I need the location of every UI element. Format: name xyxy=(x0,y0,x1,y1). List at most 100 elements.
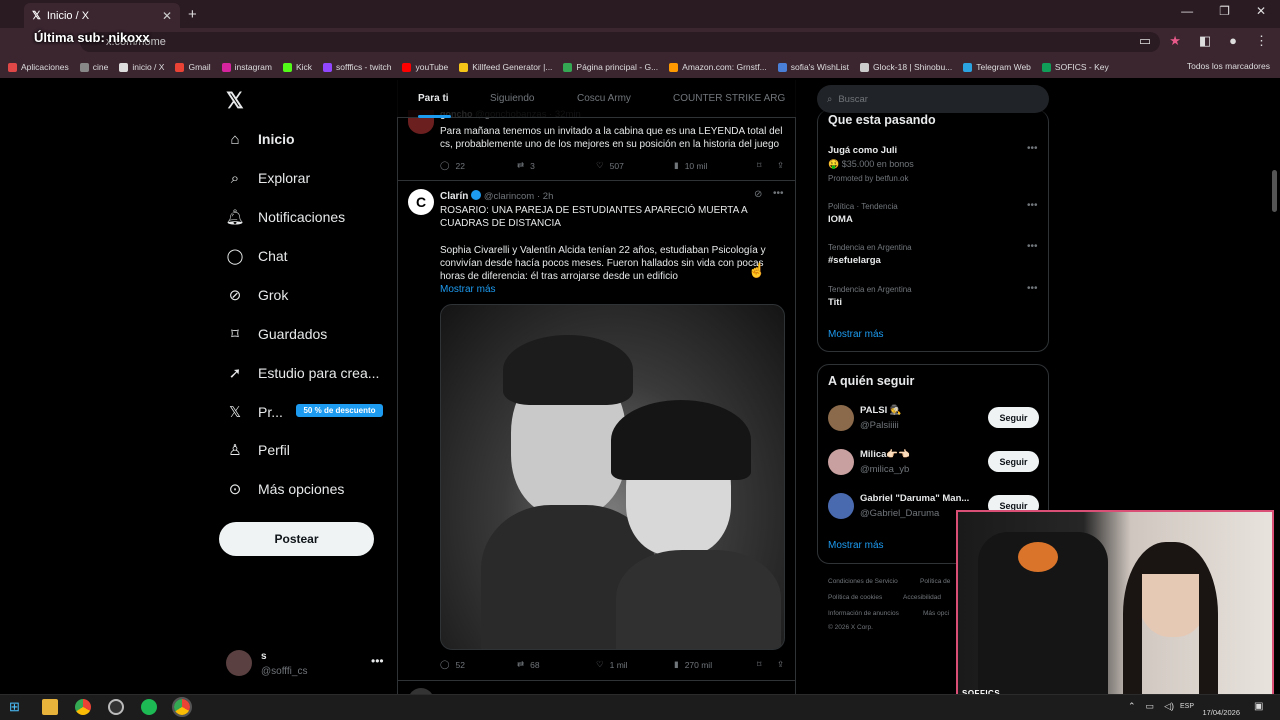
nav-item-m-s-opciones[interactable]: ⊙ Más opciones xyxy=(226,480,345,498)
tweet-photo[interactable] xyxy=(440,304,785,650)
cast-icon[interactable]: ▭ xyxy=(1139,33,1151,49)
avatar[interactable] xyxy=(828,405,854,431)
chevron-up-icon[interactable]: ⌃ xyxy=(1128,701,1136,712)
chrome-active-icon[interactable] xyxy=(172,697,192,717)
trend-more-icon[interactable]: ••• xyxy=(1027,283,1038,294)
like-button[interactable]: ♡ 507 xyxy=(596,160,674,171)
footer-cookies[interactable]: Política de cookies xyxy=(828,594,882,601)
nav-item-grok[interactable]: ⊘ Grok xyxy=(226,286,289,304)
file-explorer-icon[interactable] xyxy=(42,699,58,715)
minimize-icon[interactable]: — xyxy=(1181,4,1193,18)
browser-tab[interactable]: 𝕏 Inicio / X ✕ xyxy=(24,3,180,28)
trend-name[interactable]: Jugá como Juli xyxy=(828,145,897,156)
nav-item-chat[interactable]: ◯ Chat xyxy=(226,247,288,265)
nav-item-perfil[interactable]: ♙ Perfil xyxy=(226,441,290,459)
clock[interactable]: 17/04/2026 xyxy=(1202,699,1240,717)
extensions-icon[interactable]: ◧ xyxy=(1199,33,1211,49)
nav-item-estudio-para-crea[interactable]: ➚ Estudio para crea... xyxy=(226,364,380,382)
views-button[interactable]: ▮ 10 mil xyxy=(674,160,757,171)
share-icon[interactable]: ⇪ xyxy=(777,659,784,670)
bookmark-tweet-icon[interactable]: ⌑ xyxy=(757,160,777,171)
trend-name[interactable]: Titi xyxy=(828,297,842,308)
nav-item-guardados[interactable]: ⌑ Guardados xyxy=(226,325,327,343)
bookmark-item[interactable]: sofffics - twitch xyxy=(323,62,391,72)
bookmark-item[interactable]: Página principal - G... xyxy=(563,62,658,72)
chrome-icon[interactable] xyxy=(75,699,91,715)
trends-show-more[interactable]: Mostrar más xyxy=(828,329,884,340)
footer-accessibility[interactable]: Accesibilidad xyxy=(903,594,941,601)
follow-button[interactable]: Seguir xyxy=(988,451,1039,472)
nav-item-notificaciones[interactable]: 🔔︎ Notificaciones xyxy=(225,208,345,226)
notification-icon[interactable]: ▣ xyxy=(1254,701,1263,712)
account-switcher[interactable]: s @sofffi_cs ••• xyxy=(226,650,386,680)
menu-icon[interactable]: ⋮ xyxy=(1255,33,1268,49)
tweet-author[interactable]: Clarín xyxy=(440,191,468,202)
trend-more-icon[interactable]: ••• xyxy=(1027,143,1038,154)
bookmark-item[interactable]: Glock-18 | Shinobu... xyxy=(860,62,952,72)
footer-privacy[interactable]: Política de xyxy=(920,578,950,585)
restore-icon[interactable]: ❐ xyxy=(1219,4,1230,18)
trend-more-icon[interactable]: ••• xyxy=(1027,200,1038,211)
search-input[interactable]: ⌕ Buscar xyxy=(817,85,1049,113)
bookmark-item[interactable]: Telegram Web xyxy=(963,62,1031,72)
follow-handle[interactable]: @Gabriel_Daruma xyxy=(860,508,939,519)
trend-name[interactable]: IOMA xyxy=(828,214,853,225)
footer-more[interactable]: Más opci xyxy=(923,610,949,617)
follow-name[interactable]: Milica👉🏻👈🏻 xyxy=(860,449,910,460)
feed-tab[interactable]: Para ti xyxy=(418,93,449,104)
views-button[interactable]: ▮ 270 mil xyxy=(674,659,757,670)
trend-more-icon[interactable]: ••• xyxy=(1027,241,1038,252)
bookmark-item[interactable]: SOFICS - Key xyxy=(1041,62,1109,72)
follow-handle[interactable]: @Palsiiiii xyxy=(860,420,899,431)
share-icon[interactable]: ⇪ xyxy=(777,160,784,171)
who-show-more[interactable]: Mostrar más xyxy=(828,540,884,551)
bookmark-tweet-icon[interactable]: ⌑ xyxy=(757,659,777,670)
bookmark-item[interactable]: instagram xyxy=(221,62,272,72)
follow-handle[interactable]: @milica_yb xyxy=(860,464,909,475)
close-window-icon[interactable]: ✕ xyxy=(1256,4,1266,18)
x-logo-icon[interactable]: 𝕏 xyxy=(226,88,244,114)
show-more-link[interactable]: Mostrar más xyxy=(440,284,496,295)
bookmark-item[interactable]: Killfeed Generator |... xyxy=(459,62,552,72)
retweet-button[interactable]: ⇄ 3 xyxy=(517,160,596,171)
follow-button[interactable]: Seguir xyxy=(988,407,1039,428)
footer-ads[interactable]: Información de anuncios xyxy=(828,610,899,617)
nav-item-explorar[interactable]: ⌕ Explorar xyxy=(226,169,310,187)
avatar[interactable] xyxy=(828,449,854,475)
bookmark-item[interactable]: youTube xyxy=(402,62,448,72)
address-bar[interactable]: x.com/home xyxy=(80,32,1160,52)
bookmark-item[interactable]: inicio / X xyxy=(119,62,164,72)
reply-button[interactable]: ◯ 52 xyxy=(440,659,517,670)
volume-icon[interactable]: ◁) xyxy=(1164,701,1174,712)
bookmark-item[interactable]: Aplicaciones xyxy=(8,62,69,72)
tweet-time[interactable]: · 2h xyxy=(537,191,553,202)
new-tab-button[interactable]: + xyxy=(188,6,197,23)
close-tab-icon[interactable]: ✕ xyxy=(162,9,172,23)
grok-icon[interactable]: ⊘ xyxy=(754,189,762,200)
bookmark-item[interactable]: sofia's WishList xyxy=(777,62,849,72)
avatar[interactable]: C xyxy=(408,189,434,215)
spotify-icon[interactable] xyxy=(141,699,157,715)
follow-name[interactable]: Gabriel "Daruma" Man... xyxy=(860,493,969,504)
bookmark-item[interactable]: Amazon.com: Grnstf... xyxy=(669,62,767,72)
obs-icon[interactable] xyxy=(108,699,124,715)
follow-name[interactable]: PALSI 🕵 xyxy=(860,405,902,416)
feed-tab[interactable]: COUNTER STRIKE ARG xyxy=(673,93,785,104)
retweet-button[interactable]: ⇄ 68 xyxy=(517,659,596,670)
nav-item-pr[interactable]: 𝕏 Pr... xyxy=(226,403,283,421)
all-bookmarks[interactable]: Todos los marcadores xyxy=(1187,61,1270,71)
more-dots-icon[interactable]: ••• xyxy=(773,188,784,199)
scrollbar-thumb[interactable] xyxy=(1272,170,1277,212)
bookmark-item[interactable]: cine xyxy=(79,62,108,72)
trend-name[interactable]: #sefuelarga xyxy=(828,255,881,266)
windows-start-icon[interactable]: ⊞ xyxy=(9,699,25,715)
feed-tab[interactable]: Siguiendo xyxy=(490,93,534,104)
reply-button[interactable]: ◯ 22 xyxy=(440,160,517,171)
language-indicator[interactable]: ESP xyxy=(1180,703,1194,710)
nav-item-inicio[interactable]: ⌂ Inicio xyxy=(226,130,294,148)
profile-icon[interactable]: ● xyxy=(1229,33,1237,49)
avatar[interactable] xyxy=(828,493,854,519)
feed-tab[interactable]: Coscu Army xyxy=(577,93,631,104)
like-button[interactable]: ♡ 1 mil xyxy=(596,659,674,670)
bookmark-item[interactable]: Kick xyxy=(282,62,312,72)
